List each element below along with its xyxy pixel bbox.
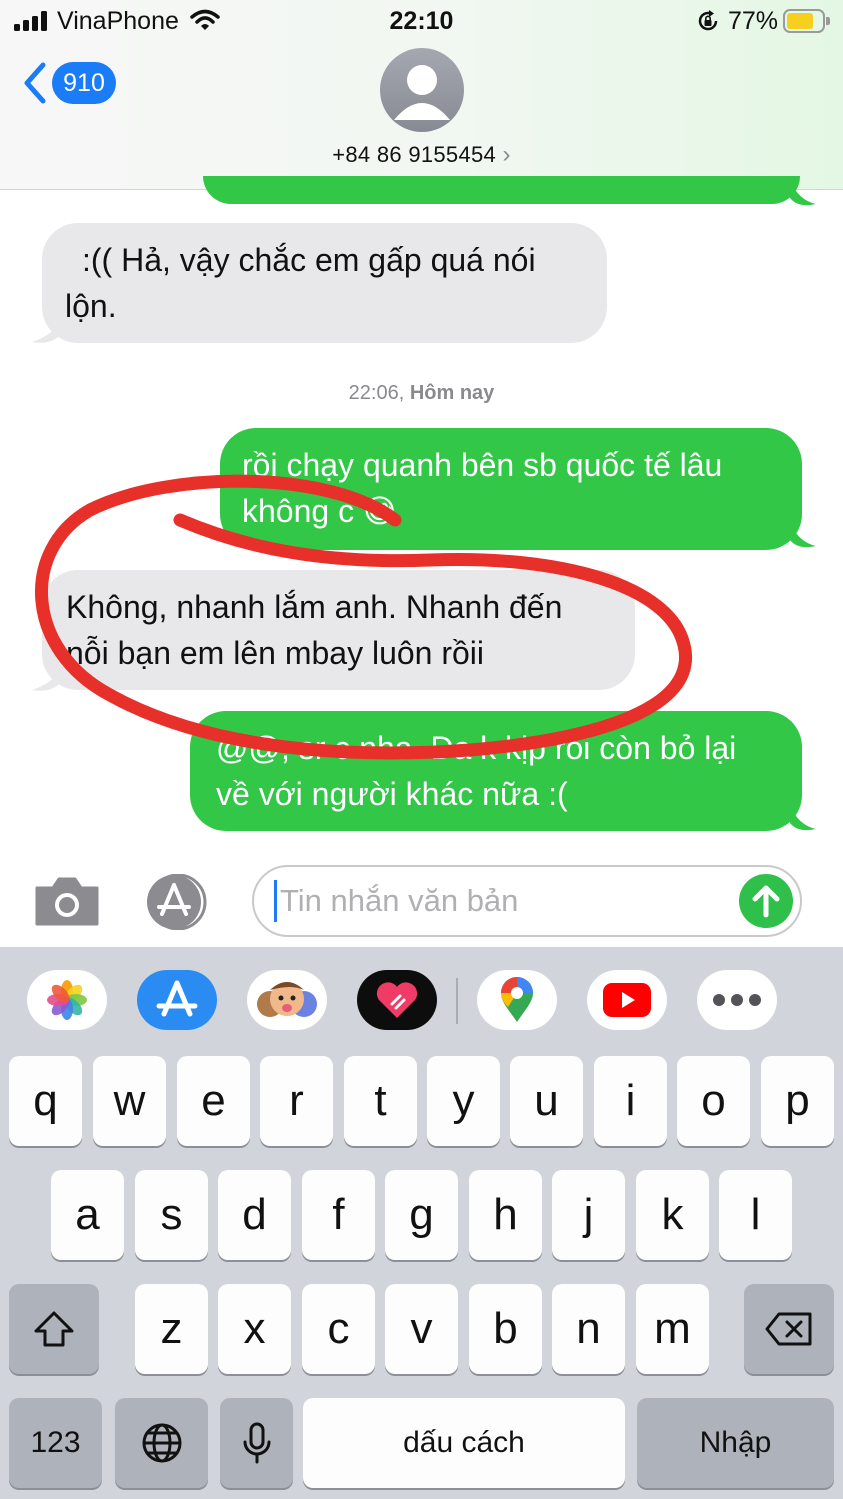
key-t[interactable]: t: [344, 1056, 417, 1146]
camera-button[interactable]: [33, 876, 101, 926]
backspace-icon: [765, 1312, 812, 1346]
return-key[interactable]: Nhập: [637, 1398, 834, 1488]
dictation-key[interactable]: [220, 1398, 293, 1488]
camera-icon: [35, 877, 99, 926]
timestamp-day: Hôm nay: [409, 382, 495, 404]
digital-touch-app-button[interactable]: [357, 970, 437, 1030]
message-line: :(( Hả, vậy chắc em gấp quá nói: [82, 242, 536, 278]
key-s[interactable]: s: [135, 1170, 208, 1260]
bubble-tail: [790, 180, 816, 206]
shift-key[interactable]: [9, 1284, 99, 1374]
key-l[interactable]: l: [719, 1170, 792, 1260]
chevron-right-icon: ›: [502, 141, 511, 168]
globe-key[interactable]: [115, 1398, 208, 1488]
key-d[interactable]: d: [218, 1170, 291, 1260]
globe-icon: [142, 1423, 181, 1463]
unread-count-badge: 910: [52, 62, 116, 104]
numbers-key[interactable]: 123: [9, 1398, 102, 1488]
youtube-icon: [603, 983, 651, 1017]
key-o[interactable]: o: [677, 1056, 750, 1146]
key-i[interactable]: i: [594, 1056, 667, 1146]
chevron-left-icon: [24, 62, 46, 104]
key-r[interactable]: r: [260, 1056, 333, 1146]
key-v[interactable]: v: [385, 1284, 458, 1374]
more-apps-button[interactable]: [697, 970, 777, 1030]
google-maps-icon: [501, 977, 533, 1022]
memoji-icon: [257, 982, 317, 1017]
orientation-lock-icon: [696, 9, 720, 33]
key-e[interactable]: e: [177, 1056, 250, 1146]
bubble-tail: [32, 316, 64, 343]
photos-app-button[interactable]: [27, 970, 107, 1030]
key-x[interactable]: x: [218, 1284, 291, 1374]
message-line: lộn.: [65, 288, 117, 324]
key-a[interactable]: a: [51, 1170, 124, 1260]
digital-touch-icon: [376, 982, 418, 1018]
text-cursor: [274, 880, 277, 922]
key-p[interactable]: p: [761, 1056, 834, 1146]
memoji-app-button[interactable]: [247, 970, 327, 1030]
key-y[interactable]: y: [427, 1056, 500, 1146]
google-maps-app-button[interactable]: [477, 970, 557, 1030]
app-strip-divider: [456, 978, 458, 1024]
key-q[interactable]: q: [9, 1056, 82, 1146]
key-j[interactable]: j: [552, 1170, 625, 1260]
backspace-key[interactable]: [744, 1284, 834, 1374]
bubble-tail: [790, 805, 816, 831]
space-key[interactable]: dấu cách: [303, 1398, 625, 1488]
key-m[interactable]: m: [636, 1284, 709, 1374]
apps-button[interactable]: [142, 873, 216, 931]
key-k[interactable]: k: [636, 1170, 709, 1260]
key-f[interactable]: f: [302, 1170, 375, 1260]
contact-avatar[interactable]: [380, 48, 464, 132]
person-icon: [394, 65, 450, 120]
shift-icon: [34, 1311, 74, 1347]
youtube-app-button[interactable]: [587, 970, 667, 1030]
key-z[interactable]: z: [135, 1284, 208, 1374]
photos-icon: [47, 980, 87, 1020]
key-n[interactable]: n: [552, 1284, 625, 1374]
send-button[interactable]: [739, 874, 793, 928]
key-c[interactable]: c: [302, 1284, 375, 1374]
contact-phone-number[interactable]: +84 86 9155454 ›: [0, 141, 843, 169]
microphone-icon: [243, 1422, 270, 1464]
more-icon: [713, 994, 761, 1006]
key-h[interactable]: h: [469, 1170, 542, 1260]
red-annotation-circle: [35, 474, 693, 760]
timestamp-time: 22:06,: [348, 382, 405, 404]
battery-icon: [783, 9, 831, 33]
key-b[interactable]: b: [469, 1284, 542, 1374]
battery-percentage: 77%: [728, 7, 779, 35]
app-store-icon: [156, 980, 198, 1017]
app-store-app-button[interactable]: [137, 970, 217, 1030]
arrow-up-icon: [752, 885, 780, 918]
contact-number-text: +84 86 9155454: [332, 142, 497, 167]
message-input-placeholder: Tin nhắn văn bản: [280, 883, 519, 918]
key-u[interactable]: u: [510, 1056, 583, 1146]
back-button[interactable]: 910: [22, 58, 132, 108]
previous-outgoing-bubble: [203, 176, 800, 204]
app-store-icon: [147, 873, 207, 931]
message-bubble-incoming[interactable]: :(( Hả, vậy chắc em gấp quá nói lộn.: [42, 223, 607, 343]
key-g[interactable]: g: [385, 1170, 458, 1260]
message-timestamp: 22:06, Hôm nay: [0, 382, 843, 405]
key-w[interactable]: w: [93, 1056, 166, 1146]
